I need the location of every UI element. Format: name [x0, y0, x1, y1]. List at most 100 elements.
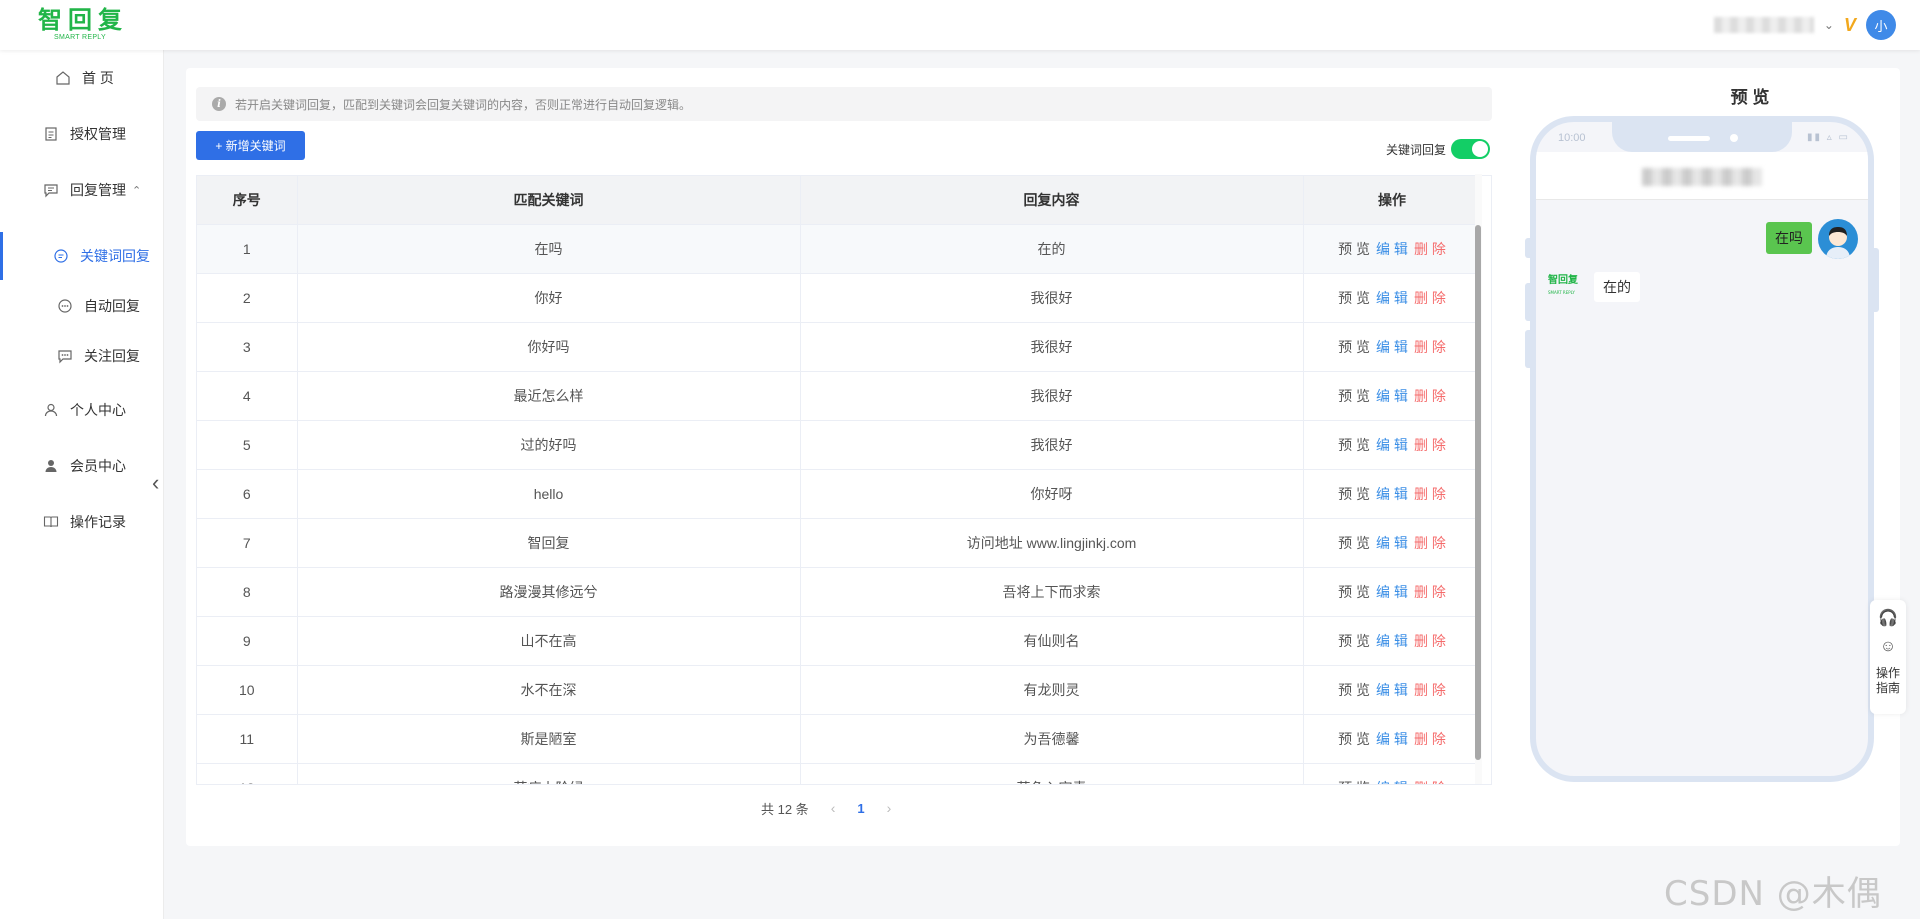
preview-link[interactable]: 预 览 — [1338, 633, 1370, 649]
sidebar-item-label: 会员中心 — [70, 458, 126, 474]
prev-page-icon[interactable]: ‹ — [831, 800, 836, 816]
home-icon — [54, 69, 72, 87]
sidebar-item-label: 自动回复 — [84, 298, 140, 314]
cell-actions: 预 览编 辑删 除 — [1303, 616, 1482, 666]
logo-text: 智回复 — [38, 6, 128, 34]
edit-link[interactable]: 编 辑 — [1376, 633, 1408, 649]
wechat-icon[interactable]: ☺ — [1880, 638, 1896, 656]
table-row: 4 最近怎么样 我很好预 览编 辑删 除 — [197, 371, 1482, 421]
notice-bar: i 若开启关键词回复，匹配到关键词会回复关键词的内容，否则正常进行自动回复逻辑。 — [196, 87, 1492, 121]
cell-reply: 有龙则灵 — [800, 665, 1304, 715]
vip-icon[interactable]: V — [1844, 15, 1856, 36]
edit-link[interactable]: 编 辑 — [1376, 780, 1408, 785]
chevron-down-icon[interactable]: ⌄ — [1824, 18, 1834, 32]
sidebar-item-auth[interactable]: 授权管理 — [0, 114, 164, 154]
edit-link[interactable]: 编 辑 — [1376, 437, 1408, 453]
cell-keyword: 山不在高 — [297, 616, 801, 666]
chat-dots-icon — [56, 297, 74, 315]
table-header-row: 序号 匹配关键词 回复内容 操作 — [197, 176, 1482, 225]
edit-link[interactable]: 编 辑 — [1376, 388, 1408, 404]
pagination: 共 12 条 ‹ 1 › — [761, 793, 891, 823]
delete-link[interactable]: 删 除 — [1414, 535, 1446, 551]
edit-link[interactable]: 编 辑 — [1376, 339, 1408, 355]
table-row: 9 山不在高 有仙则名预 览编 辑删 除 — [197, 616, 1482, 666]
edit-link[interactable]: 编 辑 — [1376, 731, 1408, 747]
bot-logo-text: 智回复 — [1548, 275, 1578, 286]
username-blurred[interactable] — [1713, 17, 1814, 33]
delete-link[interactable]: 删 除 — [1414, 731, 1446, 747]
cell-index: 9 — [197, 616, 298, 666]
cell-reply: 我很好 — [800, 371, 1304, 421]
edit-link[interactable]: 编 辑 — [1376, 535, 1408, 551]
cell-keyword: 智回复 — [297, 518, 801, 568]
edit-link[interactable]: 编 辑 — [1376, 290, 1408, 306]
sidebar-item-personal[interactable]: 个人中心 — [0, 390, 164, 430]
preview-link[interactable]: 预 览 — [1338, 388, 1370, 404]
add-keyword-button[interactable]: + 新增关键词 — [196, 131, 305, 160]
delete-link[interactable]: 删 除 — [1414, 388, 1446, 404]
cell-actions: 预 览编 辑删 除 — [1303, 665, 1482, 715]
next-page-icon[interactable]: › — [887, 800, 892, 816]
table-row: 10 水不在深 有龙则灵预 览编 辑删 除 — [197, 665, 1482, 715]
preview-link[interactable]: 预 览 — [1338, 731, 1370, 747]
cell-reply: 草色入帘青 — [800, 763, 1304, 784]
edit-link[interactable]: 编 辑 — [1376, 486, 1408, 502]
delete-link[interactable]: 删 除 — [1414, 339, 1446, 355]
cell-keyword: 你好吗 — [297, 322, 801, 372]
sidebar-item-follow-reply[interactable]: 关注回复 — [0, 336, 164, 376]
edit-link[interactable]: 编 辑 — [1376, 584, 1408, 600]
bot-logo: 智回复 SMART REPLY — [1548, 276, 1588, 298]
preview-link[interactable]: 预 览 — [1338, 780, 1370, 785]
app-logo[interactable]: 智回复 SMART REPLY — [38, 7, 128, 45]
logo-subtext: SMART REPLY — [54, 34, 106, 41]
preview-link[interactable]: 预 览 — [1338, 682, 1370, 698]
sidebar-item-keyword-reply[interactable]: 关键词回复 — [0, 236, 164, 276]
delete-link[interactable]: 删 除 — [1414, 633, 1446, 649]
sidebar-item-member[interactable]: 会员中心 — [0, 446, 164, 486]
sidebar-item-reply-manage[interactable]: 回复管理 ⌃ — [0, 170, 164, 210]
cell-keyword: 水不在深 — [297, 665, 801, 715]
preview-link[interactable]: 预 览 — [1338, 339, 1370, 355]
delete-link[interactable]: 删 除 — [1414, 584, 1446, 600]
preview-link[interactable]: 预 览 — [1338, 241, 1370, 257]
preview-link[interactable]: 预 览 — [1338, 486, 1370, 502]
top-header: 智回复 SMART REPLY ⌄ V 小 — [0, 0, 1920, 50]
edit-link[interactable]: 编 辑 — [1376, 682, 1408, 698]
page-number[interactable]: 1 — [857, 801, 864, 816]
preview-link[interactable]: 预 览 — [1338, 290, 1370, 306]
delete-link[interactable]: 删 除 — [1414, 241, 1446, 257]
cell-index: 5 — [197, 420, 298, 470]
sidebar-item-logs[interactable]: 操作记录 — [0, 502, 164, 542]
collapse-sidebar-icon[interactable]: ‹ — [152, 468, 168, 498]
preview-link[interactable]: 预 览 — [1338, 437, 1370, 453]
table-row: 3 你好吗 我很好预 览编 辑删 除 — [197, 322, 1482, 372]
delete-link[interactable]: 删 除 — [1414, 290, 1446, 306]
keyword-reply-toggle[interactable] — [1451, 139, 1491, 159]
operation-guide-button[interactable]: 操作指南 — [1874, 666, 1902, 696]
sidebar-item-label: 个人中心 — [70, 402, 126, 418]
preview-link[interactable]: 预 览 — [1338, 535, 1370, 551]
avatar[interactable]: 小 — [1866, 10, 1896, 40]
delete-link[interactable]: 删 除 — [1414, 780, 1446, 785]
col-header-keyword: 匹配关键词 — [297, 176, 801, 225]
edit-link[interactable]: 编 辑 — [1376, 241, 1408, 257]
sidebar-item-home[interactable]: 首 页 — [0, 58, 164, 98]
preview-link[interactable]: 预 览 — [1338, 584, 1370, 600]
delete-link[interactable]: 删 除 — [1414, 682, 1446, 698]
cell-keyword: 你好 — [297, 273, 801, 323]
info-icon: i — [212, 97, 226, 111]
user-avatar — [1818, 219, 1858, 259]
cell-keyword: 在吗 — [297, 224, 801, 274]
table-row: 8 路漫漫其修远兮 吾将上下而求索预 览编 辑删 除 — [197, 567, 1482, 617]
user-area: ⌄ V 小 — [1713, 10, 1896, 40]
cell-actions: 预 览编 辑删 除 — [1303, 224, 1482, 274]
cell-keyword: 路漫漫其修远兮 — [297, 567, 801, 617]
delete-link[interactable]: 删 除 — [1414, 486, 1446, 502]
bot-message-bubble: 在的 — [1594, 272, 1640, 302]
delete-link[interactable]: 删 除 — [1414, 437, 1446, 453]
cell-actions: 预 览编 辑删 除 — [1303, 714, 1482, 764]
sidebar-item-auto-reply[interactable]: 自动回复 — [0, 286, 164, 326]
headset-icon[interactable]: 🎧 — [1878, 608, 1898, 628]
table-scrollbar-thumb[interactable] — [1475, 225, 1481, 760]
member-icon — [42, 457, 60, 475]
